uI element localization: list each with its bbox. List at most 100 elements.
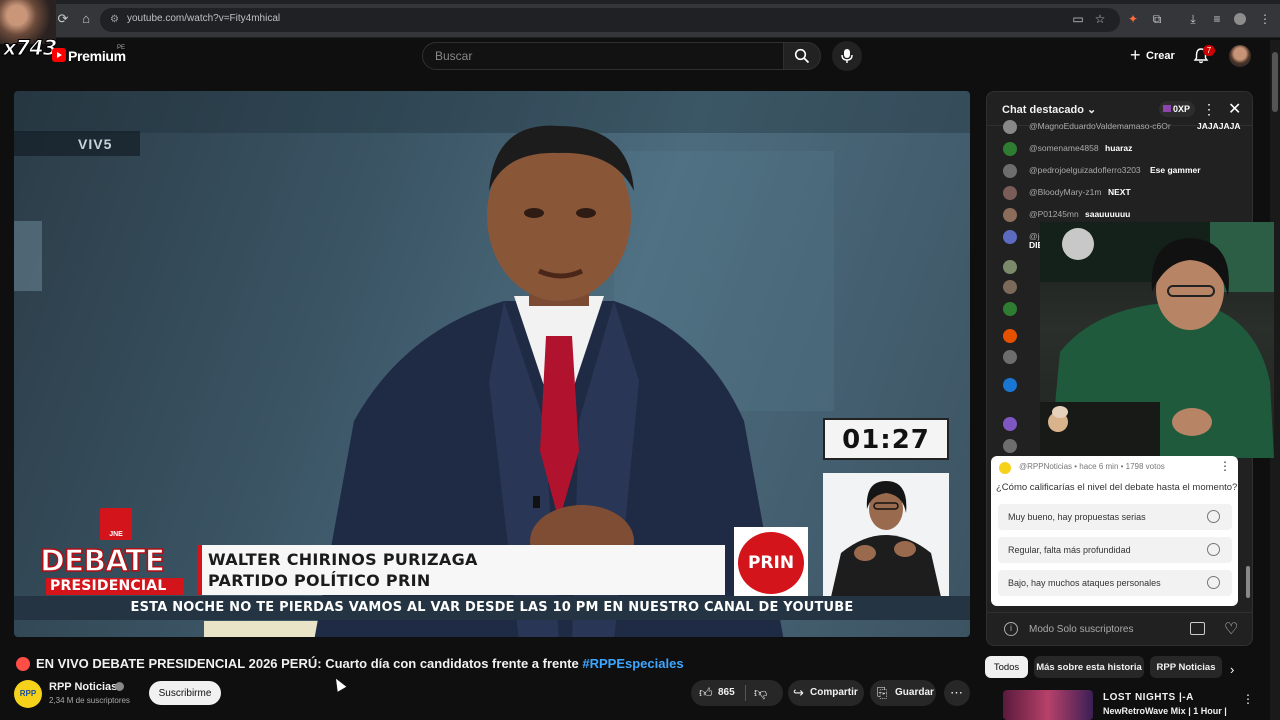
page-scrollbar-thumb[interactable]: [1272, 52, 1278, 112]
browser-menu-icon[interactable]: ⋮: [1258, 12, 1272, 26]
chat-avatar[interactable]: [1003, 302, 1017, 316]
chat-mode-label: Modo Solo suscriptores: [1029, 624, 1134, 635]
chat-avatar[interactable]: [1003, 439, 1017, 453]
poll-menu-icon[interactable]: ⋮: [1219, 459, 1231, 473]
chip-label: Más sobre esta historia: [1036, 662, 1142, 673]
voice-search-button[interactable]: [832, 41, 862, 71]
extensions-puzzle-icon[interactable]: ⧉: [1150, 12, 1164, 26]
more-actions-button[interactable]: ⋯: [944, 680, 970, 706]
dislike-button[interactable]: 👎︎: [754, 684, 767, 702]
video-hashtag[interactable]: #RPPEspeciales: [582, 656, 683, 671]
recommendation-title[interactable]: LOST NIGHTS |-A: [1103, 692, 1194, 703]
chat-avatar[interactable]: [1003, 186, 1017, 200]
chat-footer: i Modo Solo suscriptores ♡: [987, 612, 1252, 645]
chat-text: Ese gammer: [1150, 165, 1201, 175]
timer-text: 01:27: [842, 425, 930, 455]
like-divider: [745, 685, 746, 701]
interpreter-figure: [831, 481, 941, 597]
chat-author[interactable]: @somename4858: [1029, 143, 1099, 153]
chat-author[interactable]: @pedrojoelguizadoflerro3203: [1029, 165, 1141, 175]
share-button[interactable]: ↪ Compartir: [788, 680, 864, 706]
poll-option-label: Regular, falta más profundidad: [1008, 545, 1131, 555]
streamer-figure: [1040, 222, 1274, 458]
bookmark-star-icon[interactable]: ☆: [1093, 12, 1107, 26]
save-label: Guardar: [895, 687, 934, 698]
news-ticker: ESTA NOCHE NO TE PIERDAS VAMOS AL VAR DE…: [14, 596, 970, 620]
chat-text: JAJAJAJA: [1197, 121, 1241, 131]
chevron-right-icon[interactable]: ›: [1230, 662, 1234, 677]
like-button[interactable]: 👍︎: [699, 684, 713, 702]
chat-avatar[interactable]: [1003, 208, 1017, 222]
xp-badge[interactable]: 0XP: [1159, 101, 1195, 117]
radio-icon[interactable]: [1207, 543, 1220, 556]
watermark-text: VIV5: [78, 136, 113, 152]
extension-icon[interactable]: ✦: [1126, 12, 1140, 26]
sign-language-interpreter: [823, 473, 949, 597]
chat-menu-icon[interactable]: ⋮: [1202, 101, 1216, 118]
recommendation-thumbnail[interactable]: [1003, 690, 1093, 720]
subscribe-button[interactable]: Suscribirme: [149, 681, 221, 705]
youtube-logo-icon[interactable]: [52, 48, 66, 62]
debate-timer: 01:27: [823, 418, 949, 460]
chat-text: saauuuuuu: [1085, 209, 1131, 219]
address-bar[interactable]: ⚙ youtube.com/watch?v=Fity4mhical: [100, 8, 1120, 32]
user-avatar[interactable]: [1229, 45, 1251, 67]
thumbs-up-icon: 👍︎: [699, 685, 713, 700]
home-icon[interactable]: ⌂: [78, 11, 94, 27]
chip-mas-sobre-historia[interactable]: Más sobre esta historia: [1034, 656, 1144, 678]
channel-avatar[interactable]: RPP: [14, 680, 42, 708]
info-icon[interactable]: i: [1004, 622, 1018, 636]
search-input[interactable]: [435, 49, 765, 63]
recommendation-menu-icon[interactable]: ⋮: [1242, 692, 1254, 706]
save-button[interactable]: ⎘ Guardar: [870, 680, 936, 706]
downloads-icon[interactable]: ⤓: [1186, 12, 1200, 26]
like-dislike-group: 👍︎ 865 👎︎: [691, 680, 783, 706]
radio-icon[interactable]: [1207, 510, 1220, 523]
chat-avatar[interactable]: [1003, 329, 1017, 343]
heart-icon[interactable]: ♡: [1224, 619, 1238, 639]
chat-mode-dropdown[interactable]: Chat destacado ⌄: [1002, 103, 1096, 116]
profile-avatar[interactable]: [1234, 13, 1246, 25]
ticker-text: ESTA NOCHE NO TE PIERDAS VAMOS AL VAR DE…: [130, 600, 854, 615]
verified-badge-icon: [115, 682, 124, 691]
chat-author[interactable]: @P01245mn: [1029, 209, 1079, 219]
poll-option[interactable]: Bajo, hay muchos ataques personales: [998, 570, 1232, 596]
media-control-icon[interactable]: ≡: [1210, 12, 1224, 26]
chat-avatar[interactable]: [1003, 230, 1017, 244]
like-count: 865: [718, 687, 735, 698]
chat-avatar[interactable]: [1003, 280, 1017, 294]
chat-avatar[interactable]: [1003, 142, 1017, 156]
search-box[interactable]: [422, 42, 784, 70]
chat-avatar[interactable]: [1003, 417, 1017, 431]
party-logo-circle: PRIN: [738, 532, 804, 594]
chat-avatar[interactable]: [1003, 120, 1017, 134]
chat-close-icon[interactable]: ✕: [1228, 99, 1241, 119]
chat-author[interactable]: @MagnoEduardoValdemamaso-c6Or: [1029, 121, 1171, 131]
chat-avatar[interactable]: [1003, 260, 1017, 274]
chat-avatar[interactable]: [1003, 164, 1017, 178]
chat-avatar[interactable]: [1003, 378, 1017, 392]
chat-scrollbar[interactable]: [1246, 566, 1250, 598]
search-button[interactable]: [783, 42, 821, 70]
notification-count-badge: 7: [1203, 45, 1215, 56]
poll-meta: @RPPNoticias • hace 6 min • 1798 votos: [1019, 462, 1165, 471]
poll-option[interactable]: Muy bueno, hay propuestas serias: [998, 504, 1232, 530]
site-info-icon[interactable]: ⚙: [110, 14, 122, 26]
chip-rpp-noticias[interactable]: RPP Noticias: [1150, 656, 1222, 678]
poll-option[interactable]: Regular, falta más profundidad: [998, 537, 1232, 563]
poll-channel-avatar: [999, 462, 1011, 474]
poll-option-label: Bajo, hay muchos ataques personales: [1008, 578, 1161, 588]
poll-option-label: Muy bueno, hay propuestas serias: [1008, 512, 1146, 522]
chat-avatar[interactable]: [1003, 350, 1017, 364]
reload-icon[interactable]: ⟳: [55, 11, 71, 27]
chat-author[interactable]: @BloodyMary-z1m: [1029, 187, 1101, 197]
address-url[interactable]: youtube.com/watch?v=Fity4mhical: [127, 13, 280, 24]
radio-icon[interactable]: [1207, 576, 1220, 589]
chat-popout-icon[interactable]: [1190, 622, 1205, 635]
debate-logo-word: DEBATE: [39, 543, 166, 580]
recommendation-subtitle[interactable]: NewRetroWave Mix | 1 Hour |: [1103, 706, 1227, 716]
channel-name[interactable]: RPP Noticias: [49, 681, 117, 693]
chip-todos[interactable]: Todos: [985, 656, 1028, 678]
install-app-icon[interactable]: ▭: [1071, 12, 1085, 26]
create-button[interactable]: + Crear: [1122, 42, 1178, 70]
